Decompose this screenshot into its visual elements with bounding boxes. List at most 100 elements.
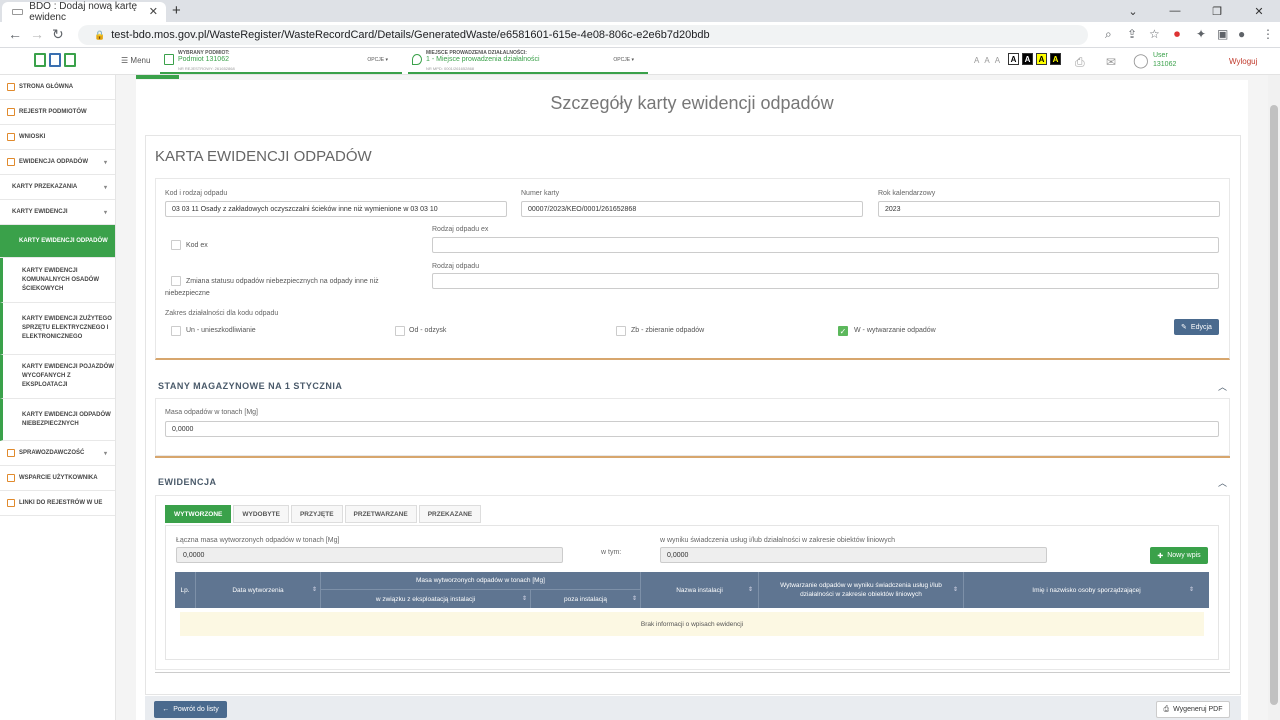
- font-size-large[interactable]: A: [995, 56, 1000, 65]
- minimize-icon[interactable]: —: [1154, 0, 1196, 22]
- linear-field[interactable]: 0,0000: [660, 547, 1047, 563]
- entity-options[interactable]: OPCJE ▾: [367, 57, 388, 63]
- bdo-logo[interactable]: [34, 53, 76, 67]
- sidebar-item-applications[interactable]: WNIOSKI: [0, 125, 115, 150]
- user-icon[interactable]: ◯: [1133, 52, 1149, 69]
- rodzaj-ex-field[interactable]: [432, 237, 1219, 253]
- waste-code-field[interactable]: 03 03 11 Osady z zakładowych oczyszczaln…: [165, 201, 507, 217]
- col-lp[interactable]: Lp.: [175, 572, 195, 608]
- sidebar-item-electronic-equipment-cards[interactable]: KARTY EWIDENCJI ZUŻYTEGO SPRZĘTU ELEKTRY…: [0, 303, 115, 355]
- scope-un-label: Un - unieszkodliwianie: [186, 327, 256, 334]
- col-date[interactable]: Data wytworzenia: [195, 572, 320, 608]
- col-installation-name[interactable]: Nazwa instalacji: [640, 572, 758, 608]
- sidebar-item-record-cards[interactable]: KARTY EWIDENCJI ▾: [0, 200, 115, 225]
- page-scrollbar[interactable]: [1268, 75, 1280, 720]
- tab-przyjete[interactable]: PRZYJĘTE: [290, 505, 343, 523]
- sidebar-item-reporting[interactable]: SPRAWOZDAWCZOŚĆ ▾: [0, 441, 115, 466]
- sort-icon[interactable]: ⇕: [1189, 586, 1194, 593]
- stock-divider: [155, 456, 1230, 458]
- contrast-black-yellow[interactable]: A: [1050, 53, 1061, 65]
- sidebar-item-support[interactable]: WSPARCIE UŻYTKOWNIKA: [0, 466, 115, 491]
- share-icon[interactable]: ⇪: [1127, 27, 1137, 41]
- tab-wydobyte[interactable]: WYDOBYTE: [233, 505, 289, 523]
- sidebar-item-transfer-cards[interactable]: KARTY PRZEKAZANIA ▾: [0, 175, 115, 200]
- contrast-yellow[interactable]: A: [1036, 53, 1047, 65]
- new-tab-icon[interactable]: +: [172, 2, 181, 19]
- kod-ex-label: Kod ex: [186, 242, 208, 249]
- extension-red-icon[interactable]: ⏺: [1174, 27, 1180, 42]
- browser-tab[interactable]: BDO : Dodaj nową kartę ewidenc ✕: [2, 1, 166, 23]
- sort-icon[interactable]: ⇕: [953, 586, 958, 593]
- card-number-field[interactable]: 00007/2023/KEO/0001/261652868: [521, 201, 863, 217]
- back-arrow-icon[interactable]: ←: [8, 26, 22, 42]
- sidebar-item-vehicles-cards[interactable]: KARTY EWIDENCJI POJAZDÓW WYCOFANYCH Z EK…: [0, 355, 115, 399]
- sort-icon[interactable]: ⇕: [522, 595, 527, 602]
- font-size-small[interactable]: A: [974, 56, 979, 65]
- status-change-checkbox[interactable]: [171, 276, 181, 286]
- star-icon[interactable]: ☆: [1149, 27, 1160, 41]
- scope-w-checkbox[interactable]: ✓: [838, 326, 848, 336]
- sidepanel-icon[interactable]: ▣: [1217, 27, 1228, 41]
- tab-przekazane[interactable]: PRZEKAZANE: [418, 505, 482, 523]
- col-mass-installation[interactable]: w związku z eksploatacją instalacji: [320, 590, 530, 608]
- sidebar-item-waste-records[interactable]: EWIDENCJA ODPADÓW ▾: [0, 150, 115, 175]
- more-menu-icon[interactable]: ⋮: [1262, 27, 1274, 41]
- stock-section-header: STANY MAGAZYNOWE NA 1 STYCZNIA: [158, 381, 343, 391]
- collapse-evidence-icon[interactable]: ︿: [1218, 476, 1227, 489]
- kod-ex-checkbox[interactable]: [171, 240, 181, 250]
- scrollbar-thumb[interactable]: [1270, 105, 1278, 705]
- col-person[interactable]: Imię i nazwisko osoby sporządzającej: [963, 572, 1209, 608]
- sidebar-item-home[interactable]: STRONA GŁÓWNA: [0, 75, 115, 100]
- tab-wytworzone[interactable]: WYTWORZONE: [165, 505, 232, 523]
- close-window-icon[interactable]: ✕: [1238, 0, 1280, 22]
- favicon-icon: [12, 9, 24, 15]
- collapse-stock-icon[interactable]: ︿: [1218, 380, 1227, 393]
- reload-icon[interactable]: ↻: [52, 26, 64, 43]
- sidebar-item-registry[interactable]: REJESTR PODMIOTÓW: [0, 100, 115, 125]
- sort-icon[interactable]: ⇕: [632, 595, 637, 602]
- sidebar-item-hazardous-cards[interactable]: KARTY EWIDENCJI ODPADÓW NIEBEZPIECZNYCH: [0, 399, 115, 441]
- app-header: ☰ Menu WYBRANY PODMIOT: Podmiot 131062 N…: [0, 48, 1280, 75]
- selected-entity[interactable]: WYBRANY PODMIOT: Podmiot 131062 NR REJES…: [160, 48, 402, 74]
- total-mass-field[interactable]: 0,0000: [176, 547, 563, 563]
- chevron-down-icon[interactable]: ⌄: [1112, 0, 1154, 22]
- forward-arrow-icon[interactable]: →: [30, 26, 44, 42]
- new-entry-button[interactable]: ✚ Nowy wpis: [1150, 547, 1208, 564]
- contrast-default[interactable]: A: [1008, 53, 1019, 65]
- selected-location[interactable]: MIEJSCE PROWADZENIA DZIAŁALNOŚCI: 1 - Mi…: [408, 48, 648, 74]
- sort-icon[interactable]: ⇕: [312, 586, 317, 593]
- tab-przetwarzane[interactable]: PRZETWARZANE: [344, 505, 417, 523]
- sidebar-item-eu-links[interactable]: LINKI DO REJESTRÓW W UE: [0, 491, 115, 516]
- url-field[interactable]: 🔒 test-bdo.mos.gov.pl/WasteRegister/Wast…: [78, 25, 1088, 45]
- profile-icon[interactable]: ●: [1238, 27, 1245, 41]
- scope-un-checkbox[interactable]: [171, 326, 181, 336]
- extensions-puzzle-icon[interactable]: ✦: [1196, 27, 1206, 41]
- generate-pdf-button[interactable]: ⎙ Wygeneruj PDF: [1156, 701, 1230, 718]
- font-size-medium[interactable]: A: [984, 56, 989, 65]
- col-linear[interactable]: Wytwarzanie odpadów w wyniku świadczenia…: [758, 572, 963, 608]
- sort-icon[interactable]: ⇕: [748, 586, 753, 593]
- col-mass-outside[interactable]: poza instalacją: [530, 590, 640, 608]
- location-options[interactable]: OPCJE ▾: [613, 57, 634, 63]
- scope-zb-label: Zb - zbieranie odpadów: [631, 327, 705, 334]
- contrast-dark[interactable]: A: [1022, 53, 1033, 65]
- close-tab-icon[interactable]: ✕: [149, 5, 158, 18]
- scope-zb-checkbox[interactable]: [616, 326, 626, 336]
- user-info[interactable]: User 131062: [1153, 51, 1176, 69]
- sidebar-item-sewage-sludge-cards[interactable]: KARTY EWIDENCJI KOMUNALNYCH OSADÓW ŚCIEK…: [0, 258, 115, 303]
- rodzaj-field[interactable]: [432, 273, 1219, 289]
- sidebar-item-waste-record-cards[interactable]: KARTY EWIDENCJI ODPADÓW: [0, 225, 115, 258]
- year-field[interactable]: 2023: [878, 201, 1220, 217]
- stock-mass-field[interactable]: 0,0000: [165, 421, 1219, 437]
- browser-tab-bar: BDO : Dodaj nową kartę ewidenc ✕ + ⌄ — ❐…: [0, 0, 1280, 23]
- scope-od-checkbox[interactable]: [395, 326, 405, 336]
- menu-button[interactable]: ☰ Menu: [121, 56, 150, 65]
- waste-code-label: Kod i rodzaj odpadu: [165, 190, 228, 197]
- edit-button[interactable]: ✎ Edycja: [1174, 319, 1219, 335]
- logout-link[interactable]: Wyloguj: [1229, 57, 1257, 66]
- printer-icon[interactable]: ⎙: [1075, 55, 1085, 70]
- zoom-icon[interactable]: ⌕: [1105, 27, 1112, 42]
- mail-icon[interactable]: ✉: [1106, 55, 1116, 69]
- restore-icon[interactable]: ❐: [1196, 0, 1238, 22]
- back-to-list-button[interactable]: ← Powrót do listy: [154, 701, 227, 718]
